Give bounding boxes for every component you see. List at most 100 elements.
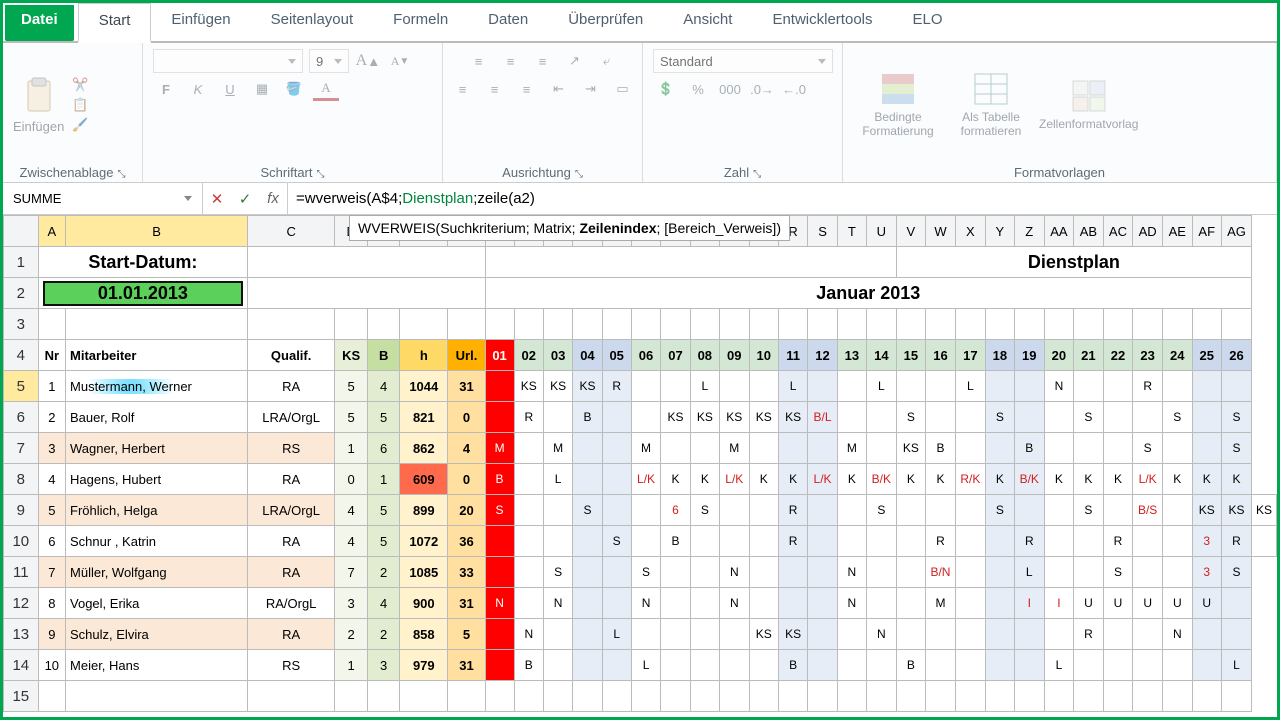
shift-cell[interactable]: [926, 371, 956, 402]
shift-cell[interactable]: [690, 619, 719, 650]
shift-cell[interactable]: [661, 588, 690, 619]
shift-cell[interactable]: [1221, 371, 1251, 402]
shift-cell[interactable]: [749, 650, 778, 681]
shift-cell[interactable]: K: [749, 464, 778, 495]
shift-cell[interactable]: U: [1074, 588, 1104, 619]
shift-cell[interactable]: [955, 557, 985, 588]
shift-cell[interactable]: [514, 557, 543, 588]
shift-cell[interactable]: [955, 650, 985, 681]
shift-cell[interactable]: [631, 619, 661, 650]
shift-cell[interactable]: R: [1014, 526, 1044, 557]
shift-cell[interactable]: [985, 557, 1014, 588]
align-left-icon[interactable]: ≡: [450, 77, 476, 101]
shift-cell[interactable]: [1133, 402, 1163, 433]
shift-cell[interactable]: B: [573, 402, 602, 433]
shift-cell[interactable]: KS: [690, 402, 719, 433]
col-header[interactable]: C: [248, 216, 335, 247]
shift-cell[interactable]: KS: [1192, 495, 1221, 526]
shift-cell[interactable]: U: [1163, 588, 1193, 619]
shift-cell[interactable]: [1192, 371, 1221, 402]
borders-button[interactable]: ▦: [249, 77, 275, 101]
shift-cell[interactable]: [866, 650, 896, 681]
shift-cell[interactable]: K: [926, 464, 956, 495]
shift-cell[interactable]: B: [661, 526, 690, 557]
shift-cell[interactable]: [749, 371, 778, 402]
numberformat-select[interactable]: Standard: [653, 49, 833, 73]
shift-cell[interactable]: I: [1044, 588, 1074, 619]
shift-cell[interactable]: [690, 650, 719, 681]
shift-cell[interactable]: [602, 402, 631, 433]
shift-cell[interactable]: [1103, 433, 1133, 464]
shift-cell[interactable]: [1044, 402, 1074, 433]
shift-cell[interactable]: [866, 433, 896, 464]
shift-cell[interactable]: [602, 433, 631, 464]
shift-cell[interactable]: [690, 526, 719, 557]
shift-cell[interactable]: [573, 588, 602, 619]
shift-cell[interactable]: [1133, 526, 1163, 557]
shift-cell[interactable]: [1163, 371, 1193, 402]
shift-cell[interactable]: [1103, 650, 1133, 681]
shift-cell[interactable]: [1103, 402, 1133, 433]
shift-cell[interactable]: [661, 619, 690, 650]
bold-button[interactable]: F: [153, 77, 179, 101]
shift-cell[interactable]: K: [1044, 464, 1074, 495]
tab-formulas[interactable]: Formeln: [373, 3, 468, 41]
align-center-icon[interactable]: ≡: [482, 77, 508, 101]
shift-cell[interactable]: [1044, 433, 1074, 464]
shift-cell[interactable]: K: [1163, 464, 1193, 495]
shift-cell[interactable]: B: [485, 464, 514, 495]
shift-cell[interactable]: [778, 588, 807, 619]
shift-cell[interactable]: N: [719, 588, 749, 619]
shift-cell[interactable]: [985, 619, 1014, 650]
formula-input[interactable]: =wverweis(A$4;Dienstplan;zeile(a2): [288, 183, 1277, 214]
col-header[interactable]: T: [837, 216, 866, 247]
shift-cell[interactable]: B: [926, 433, 956, 464]
shift-cell[interactable]: [866, 526, 896, 557]
shift-cell[interactable]: S: [485, 495, 514, 526]
shift-cell[interactable]: KS: [573, 371, 602, 402]
shift-cell[interactable]: [1221, 619, 1251, 650]
fontsize-select[interactable]: 9: [309, 49, 349, 73]
shift-cell[interactable]: [808, 526, 838, 557]
col-header[interactable]: U: [866, 216, 896, 247]
shift-cell[interactable]: K: [661, 464, 690, 495]
shift-cell[interactable]: 3: [1192, 557, 1221, 588]
shift-cell[interactable]: K: [690, 464, 719, 495]
shift-cell[interactable]: B: [896, 650, 925, 681]
font-select[interactable]: [153, 49, 303, 73]
shift-cell[interactable]: [896, 495, 925, 526]
copy-icon[interactable]: 📋: [72, 97, 88, 113]
shift-cell[interactable]: [837, 371, 866, 402]
shift-cell[interactable]: [1133, 619, 1163, 650]
shift-cell[interactable]: [1074, 650, 1104, 681]
shift-cell[interactable]: R: [926, 526, 956, 557]
shift-cell[interactable]: KS: [661, 402, 690, 433]
shift-cell[interactable]: [1221, 588, 1251, 619]
shift-cell[interactable]: L: [602, 619, 631, 650]
shift-cell[interactable]: R: [1221, 526, 1251, 557]
shift-cell[interactable]: S: [985, 402, 1014, 433]
shift-cell[interactable]: K: [1221, 464, 1251, 495]
grow-font-icon[interactable]: A▲: [355, 49, 381, 73]
shift-cell[interactable]: B/K: [1014, 464, 1044, 495]
shift-cell[interactable]: U: [1133, 588, 1163, 619]
cut-icon[interactable]: ✂️: [72, 77, 88, 93]
col-header[interactable]: A: [38, 216, 65, 247]
shift-cell[interactable]: N: [631, 588, 661, 619]
employee-name[interactable]: Hagens, Hubert: [66, 464, 248, 495]
col-header[interactable]: V: [896, 216, 925, 247]
shift-cell[interactable]: S: [1103, 557, 1133, 588]
shift-cell[interactable]: [514, 495, 543, 526]
tab-start[interactable]: Start: [78, 3, 152, 43]
format-as-table-button[interactable]: Als Tabelle formatieren: [951, 72, 1031, 138]
shift-cell[interactable]: [1163, 650, 1193, 681]
shift-cell[interactable]: [837, 619, 866, 650]
shift-cell[interactable]: R: [602, 371, 631, 402]
shift-cell[interactable]: KS: [1251, 495, 1276, 526]
shift-cell[interactable]: S: [1221, 402, 1251, 433]
shift-cell[interactable]: [955, 433, 985, 464]
shift-cell[interactable]: [985, 371, 1014, 402]
shift-cell[interactable]: [1192, 619, 1221, 650]
currency-icon[interactable]: 💲: [653, 77, 679, 101]
indent-dec-icon[interactable]: ⇤: [546, 77, 572, 101]
